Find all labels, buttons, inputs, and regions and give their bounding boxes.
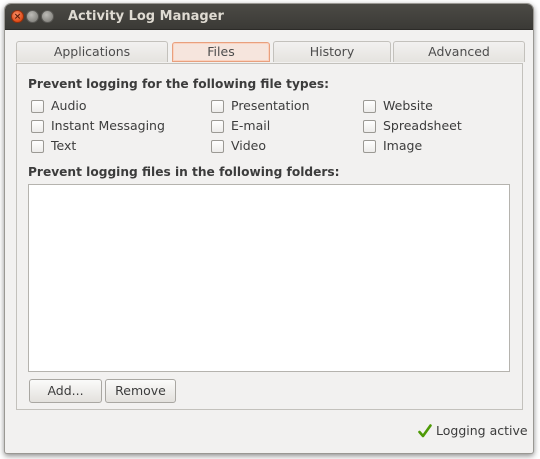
checkbox-box[interactable] <box>363 140 376 153</box>
add-folder-button[interactable]: Add... <box>29 379 102 403</box>
checkbox-label: E-mail <box>231 118 271 133</box>
checkbox-label: Website <box>383 98 433 113</box>
app-window: × Activity Log Manager Applications File… <box>4 3 534 454</box>
tab-bar: Applications Files History Advanced <box>16 41 525 63</box>
file-types-heading: Prevent logging for the following file t… <box>28 77 330 91</box>
checkbox-label: Text <box>51 138 77 153</box>
checkbox-label: Video <box>231 138 267 153</box>
checkbox-box[interactable] <box>363 120 376 133</box>
checkbox-box[interactable] <box>31 140 44 153</box>
maximize-window-icon[interactable] <box>41 10 54 23</box>
checkmark-icon <box>418 424 432 438</box>
minimize-window-icon[interactable] <box>26 10 39 23</box>
checkbox-label: Presentation <box>231 98 310 113</box>
tab-history[interactable]: History <box>273 41 391 62</box>
close-window-icon[interactable]: × <box>11 10 24 23</box>
checkbox-box[interactable] <box>211 100 224 113</box>
checkbox-box[interactable] <box>31 120 44 133</box>
tab-applications[interactable]: Applications <box>16 41 168 62</box>
checkbox-box[interactable] <box>31 100 44 113</box>
folders-heading: Prevent logging files in the following f… <box>28 165 340 179</box>
checkbox-label: Instant Messaging <box>51 118 165 133</box>
checkbox-box[interactable] <box>363 100 376 113</box>
remove-folder-button[interactable]: Remove <box>105 379 176 403</box>
tab-advanced[interactable]: Advanced <box>393 41 525 62</box>
checkbox-box[interactable] <box>211 120 224 133</box>
files-panel: Prevent logging for the following file t… <box>16 63 523 410</box>
folder-list[interactable] <box>28 184 510 372</box>
tab-files[interactable]: Files <box>172 42 270 62</box>
checkbox-box[interactable] <box>211 140 224 153</box>
titlebar[interactable]: × Activity Log Manager <box>5 4 533 30</box>
status-label: Logging active <box>436 423 528 438</box>
window-title: Activity Log Manager <box>68 9 224 24</box>
checkbox-label: Spreadsheet <box>383 118 462 133</box>
checkbox-label: Audio <box>51 98 87 113</box>
checkbox-label: Image <box>383 138 423 153</box>
